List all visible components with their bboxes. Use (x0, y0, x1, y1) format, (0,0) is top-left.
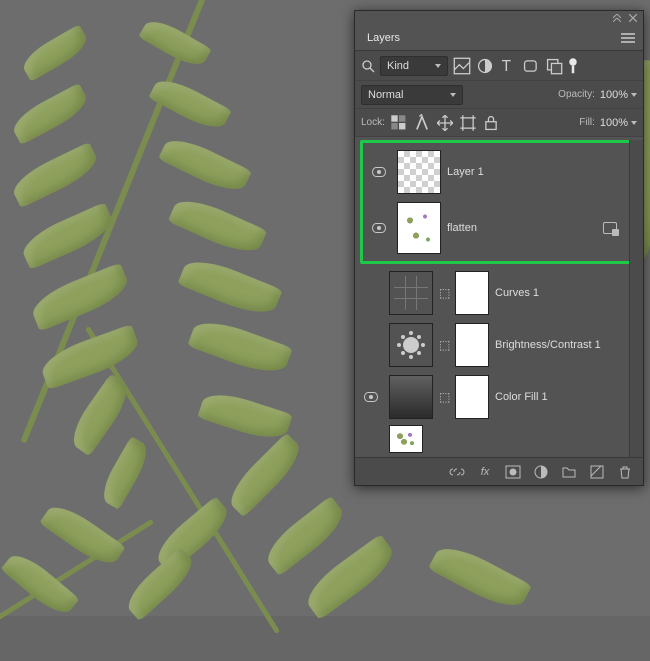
opacity-label: Opacity: (558, 89, 595, 100)
layers-panel: Layers Kind T Normal Opacity: 100% (354, 10, 644, 486)
chevron-down-icon (631, 93, 637, 97)
layer-name[interactable]: Color Fill 1 (495, 391, 639, 403)
lock-row: Lock: Fill: 100% (355, 109, 643, 137)
blend-row: Normal Opacity: 100% (355, 81, 643, 109)
new-adjustment-icon[interactable] (533, 464, 549, 480)
filter-type-label: Kind (387, 60, 409, 72)
layer-row[interactable]: ⬚ Color Fill 1 (355, 371, 643, 423)
adjustment-thumbnail[interactable] (389, 271, 433, 315)
visibility-toggle[interactable] (364, 392, 378, 402)
layer-mask-thumbnail[interactable] (455, 271, 489, 315)
panel-topbar (355, 11, 643, 25)
link-icon[interactable]: ⬚ (439, 286, 449, 300)
layer-thumbnail[interactable] (389, 425, 423, 453)
blend-mode-select[interactable]: Normal (361, 85, 463, 105)
layer-name[interactable]: Curves 1 (495, 287, 639, 299)
fill-label: Fill: (579, 117, 595, 128)
fill-input[interactable]: 100% (600, 117, 637, 129)
adjustment-filter-icon[interactable] (476, 57, 494, 75)
artboard-filter-icon[interactable] (568, 57, 578, 75)
layer-row[interactable]: Layer 1 (363, 146, 635, 198)
image-filter-icon[interactable] (453, 57, 471, 75)
panel-footer: fx (355, 457, 643, 485)
search-icon[interactable] (361, 59, 375, 73)
lock-label: Lock: (361, 117, 385, 128)
layer-mask-thumbnail[interactable] (455, 375, 489, 419)
link-icon[interactable]: ⬚ (439, 390, 449, 404)
lock-image-icon[interactable] (413, 114, 431, 132)
filter-type-select[interactable]: Kind (380, 56, 448, 76)
layer-row[interactable] (355, 423, 643, 455)
layer-name[interactable]: Brightness/Contrast 1 (495, 339, 639, 351)
opacity-value: 100% (600, 89, 628, 101)
close-icon[interactable] (629, 14, 637, 22)
add-mask-icon[interactable] (505, 464, 521, 480)
visibility-toggle[interactable] (372, 167, 386, 177)
layer-row[interactable]: ⬚ Curves 1 (355, 267, 643, 319)
layer-mask-thumbnail[interactable] (455, 323, 489, 367)
shape-filter-icon[interactable] (522, 57, 540, 75)
chevron-down-icon (631, 121, 637, 125)
scrollbar[interactable] (629, 140, 643, 457)
visibility-toggle[interactable] (372, 223, 386, 233)
smart-object-filter-icon[interactable] (545, 57, 563, 75)
layer-row[interactable]: flatten (363, 198, 635, 258)
filter-row: Kind T (355, 51, 643, 81)
lock-transparent-icon[interactable] (390, 114, 408, 132)
delete-icon[interactable] (617, 464, 633, 480)
smart-object-icon (603, 222, 617, 234)
panel-tabs: Layers (355, 25, 643, 51)
type-filter-icon[interactable]: T (499, 57, 517, 75)
new-group-icon[interactable] (561, 464, 577, 480)
fx-icon[interactable]: fx (477, 464, 493, 480)
chevron-down-icon (450, 93, 456, 97)
adjustment-thumbnail[interactable] (389, 323, 433, 367)
layer-name[interactable]: flatten (447, 222, 597, 234)
chevron-down-icon (435, 64, 441, 68)
lock-all-icon[interactable] (482, 114, 500, 132)
fill-value: 100% (600, 117, 628, 129)
layer-row[interactable]: ⬚ Brightness/Contrast 1 (355, 319, 643, 371)
tab-layers[interactable]: Layers (355, 26, 412, 50)
layer-name[interactable]: Layer 1 (447, 166, 631, 178)
blend-mode-value: Normal (368, 89, 403, 101)
link-icon[interactable] (449, 464, 465, 480)
layers-list: Layer 1 flatten ⬚ Curves 1 ⬚ Brightness/… (355, 140, 643, 457)
lock-position-icon[interactable] (436, 114, 454, 132)
panel-menu-icon[interactable] (613, 29, 643, 47)
layer-thumbnail[interactable] (397, 150, 441, 194)
fill-thumbnail[interactable] (389, 375, 433, 419)
link-icon[interactable]: ⬚ (439, 338, 449, 352)
new-layer-icon[interactable] (589, 464, 605, 480)
opacity-input[interactable]: 100% (600, 89, 637, 101)
layer-thumbnail[interactable] (397, 202, 441, 254)
lock-artboard-icon[interactable] (459, 114, 477, 132)
selection-highlight: Layer 1 flatten (360, 140, 638, 264)
svg-text:T: T (502, 58, 512, 75)
collapse-icon[interactable] (613, 14, 621, 22)
